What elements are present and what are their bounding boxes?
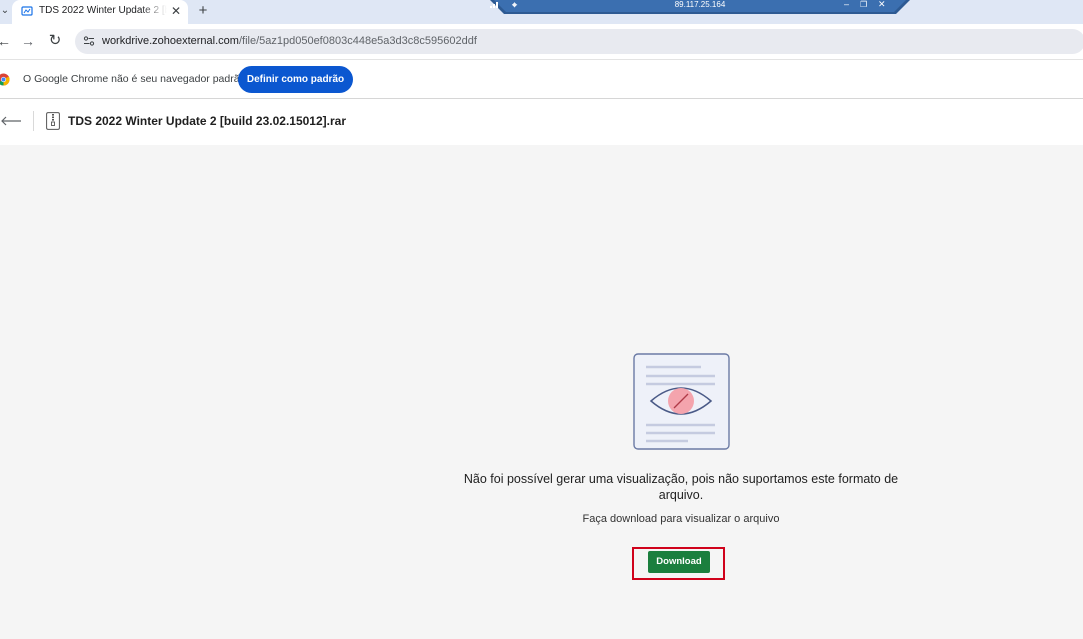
forward-icon[interactable]: →: [20, 32, 36, 50]
preview-area: Não foi possível gerar uma visualização,…: [0, 145, 1083, 639]
chevron-down-icon[interactable]: ⌄: [0, 4, 10, 18]
zip-file-icon: [46, 112, 60, 130]
url-text: workdrive.zohoexternal.com/file/5az1pd05…: [102, 35, 477, 47]
url-path: /file/5az1pd050ef0803c448e5a3d3c8c595602…: [238, 35, 477, 47]
download-button[interactable]: Download: [648, 551, 710, 573]
browser-tab[interactable]: TDS 2022 Winter Update 2 [build 23.02.15…: [12, 0, 188, 24]
tab-title: TDS 2022 Winter Update 2 [build 23.02.15…: [39, 5, 167, 16]
preview-error-subtitle: Faça download para visualizar o arquivo: [582, 513, 780, 525]
favicon-icon: [21, 6, 33, 16]
signal-icon: [490, 2, 498, 8]
infobar-message: O Google Chrome não é seu navegador padr…: [23, 73, 246, 85]
remote-ip: 89.117.25.164: [674, 0, 726, 9]
header-divider: [33, 111, 34, 131]
back-icon[interactable]: ←: [0, 32, 12, 50]
back-arrow-icon[interactable]: [0, 116, 22, 126]
url-host: workdrive.zohoexternal.com: [102, 35, 239, 47]
preview-error-title: Não foi possível gerar uma visualização,…: [463, 472, 899, 502]
browser-toolbar: ← → ↻ workdrive.zohoexternal.com/file/5a…: [0, 24, 1083, 59]
file-header: TDS 2022 Winter Update 2 [build 23.02.15…: [0, 99, 1083, 145]
remote-connection-bar: ⌖ 89.117.25.164 – ❐ ✕: [490, 0, 910, 14]
minimize-icon[interactable]: –: [844, 0, 849, 9]
chrome-logo-icon: [0, 73, 10, 86]
pin-icon[interactable]: ⌖: [512, 0, 517, 11]
file-name: TDS 2022 Winter Update 2 [build 23.02.15…: [68, 114, 346, 128]
address-bar[interactable]: workdrive.zohoexternal.com/file/5az1pd05…: [75, 29, 1083, 54]
default-browser-infobar: O Google Chrome não é seu navegador padr…: [0, 59, 1083, 99]
close-icon[interactable]: ✕: [169, 3, 183, 19]
reload-icon[interactable]: ↻: [47, 32, 63, 50]
close-remote-icon[interactable]: ✕: [878, 0, 886, 10]
tab-strip: ⌄ TDS 2022 Winter Update 2 [build 23.02.…: [0, 0, 1083, 24]
preview-unavailable-icon: [633, 353, 730, 450]
restore-icon[interactable]: ❐: [860, 0, 867, 9]
set-default-button[interactable]: Definir como padrão: [238, 66, 353, 93]
plus-icon[interactable]: +: [194, 2, 212, 20]
site-info-icon[interactable]: [83, 35, 95, 47]
